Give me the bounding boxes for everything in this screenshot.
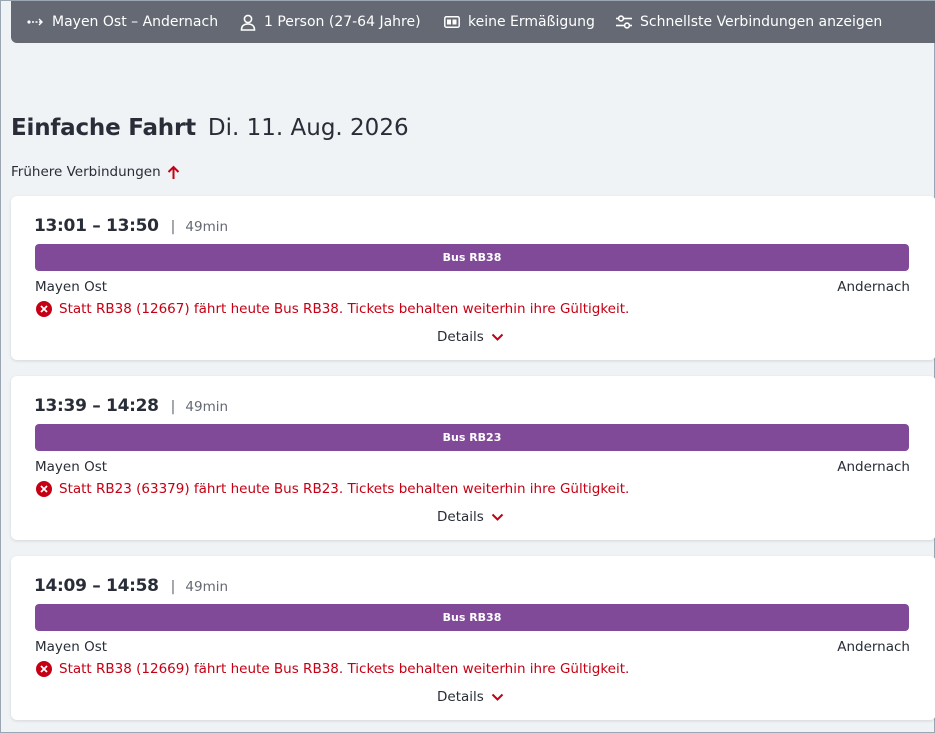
route-summary[interactable]: Mayen Ost – Andernach xyxy=(27,1,218,43)
travellers-label: 1 Person (27-64 Jahre) xyxy=(264,14,421,30)
time-range: 13:01 – 13:50 xyxy=(34,216,159,236)
chevron-down-icon xyxy=(491,693,504,701)
error-circle-icon xyxy=(36,301,52,317)
separator: | xyxy=(170,579,176,595)
origin-station: Mayen Ost xyxy=(35,459,108,475)
connection-card[interactable]: 13:01 – 13:50 | 49min Bus RB38 Mayen Ost… xyxy=(11,196,935,360)
error-circle-icon xyxy=(36,661,52,677)
details-label: Details xyxy=(437,329,484,345)
time-range: 13:39 – 14:28 xyxy=(34,396,159,416)
error-circle-icon xyxy=(36,481,52,497)
transport-line-bar[interactable]: Bus RB23 xyxy=(35,424,909,451)
chevron-down-icon xyxy=(491,333,504,341)
arrow-up-icon xyxy=(167,165,179,179)
trip-type-heading: Einfache Fahrt xyxy=(11,115,196,141)
sliders-icon xyxy=(616,15,632,29)
duration: 49min xyxy=(185,579,229,595)
details-toggle[interactable]: Details xyxy=(437,329,504,345)
transport-line-bar[interactable]: Bus RB38 xyxy=(35,604,909,631)
duration: 49min xyxy=(185,219,229,235)
details-label: Details xyxy=(437,689,484,705)
details-toggle[interactable]: Details xyxy=(437,689,504,705)
bahncard-icon xyxy=(444,16,460,28)
route-label: Mayen Ost – Andernach xyxy=(52,14,219,30)
line-label: Bus RB23 xyxy=(442,431,502,444)
travel-date: Di. 11. Aug. 2026 xyxy=(207,115,409,141)
disruption-notice: Statt RB38 (12669) fährt heute Bus RB38.… xyxy=(36,661,629,677)
time-range: 14:09 – 14:58 xyxy=(34,576,159,596)
earlier-connections-link[interactable]: Frühere Verbindungen xyxy=(11,161,180,183)
disruption-text: Statt RB23 (63379) fährt heute Bus RB23.… xyxy=(59,481,630,497)
destination-station: Andernach xyxy=(837,459,910,475)
disruption-text: Statt RB38 (12667) fährt heute Bus RB38.… xyxy=(59,301,630,317)
disruption-notice: Statt RB23 (63379) fährt heute Bus RB23.… xyxy=(36,481,629,497)
person-icon xyxy=(240,14,256,31)
connection-times: 13:39 – 14:28 | 49min xyxy=(34,396,228,416)
page-title: Einfache Fahrt Di. 11. Aug. 2026 xyxy=(11,115,409,145)
disruption-notice: Statt RB38 (12667) fährt heute Bus RB38.… xyxy=(36,301,629,317)
disruption-text: Statt RB38 (12669) fährt heute Bus RB38.… xyxy=(59,661,630,677)
line-label: Bus RB38 xyxy=(442,611,502,624)
filter-summary[interactable]: Schnellste Verbindungen anzeigen xyxy=(616,1,882,43)
connection-times: 13:01 – 13:50 | 49min xyxy=(34,216,228,236)
destination-station: Andernach xyxy=(837,279,910,295)
discount-summary[interactable]: keine Ermäßigung xyxy=(444,1,595,43)
details-toggle[interactable]: Details xyxy=(437,509,504,525)
earlier-connections-label: Frühere Verbindungen xyxy=(11,164,161,180)
details-label: Details xyxy=(437,509,484,525)
origin-station: Mayen Ost xyxy=(35,279,108,295)
route-arrow-icon xyxy=(27,18,43,26)
travellers-summary[interactable]: 1 Person (27-64 Jahre) xyxy=(240,1,421,43)
separator: | xyxy=(170,219,176,235)
search-summary-bar: Mayen Ost – Andernach 1 Person (27-64 Ja… xyxy=(11,1,935,43)
discount-label: keine Ermäßigung xyxy=(468,14,595,30)
connection-card[interactable]: 13:39 – 14:28 | 49min Bus RB23 Mayen Ost… xyxy=(11,376,935,540)
destination-station: Andernach xyxy=(837,639,910,655)
origin-station: Mayen Ost xyxy=(35,639,108,655)
transport-line-bar[interactable]: Bus RB38 xyxy=(35,244,909,271)
connection-card[interactable]: 14:09 – 14:58 | 49min Bus RB38 Mayen Ost… xyxy=(11,556,935,720)
duration: 49min xyxy=(185,399,229,415)
line-label: Bus RB38 xyxy=(442,251,502,264)
filter-label: Schnellste Verbindungen anzeigen xyxy=(640,14,883,30)
chevron-down-icon xyxy=(491,513,504,521)
connection-times: 14:09 – 14:58 | 49min xyxy=(34,576,228,596)
separator: | xyxy=(170,399,176,415)
